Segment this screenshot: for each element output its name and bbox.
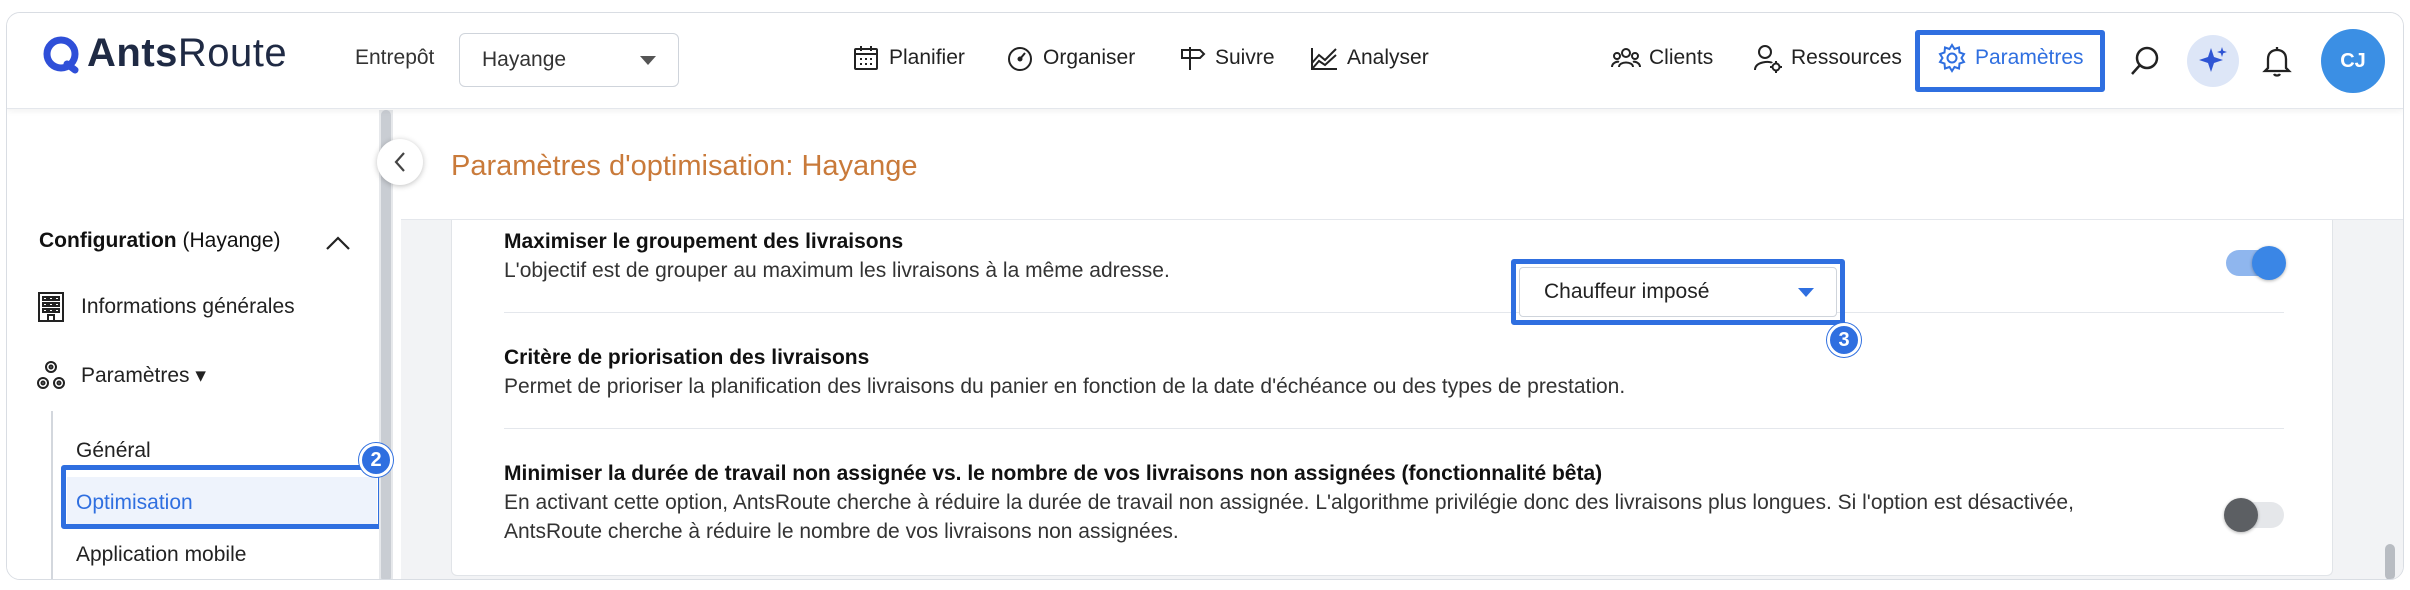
sidebar-item-label: Paramètres ▾ bbox=[81, 363, 206, 387]
calendar-icon bbox=[854, 46, 878, 70]
chevron-up-icon[interactable] bbox=[325, 235, 351, 251]
step-badge-2: 2 bbox=[359, 443, 393, 477]
grouping-toggle[interactable] bbox=[2226, 246, 2286, 280]
nav-ressources[interactable]: Ressources bbox=[1753, 43, 1902, 73]
toggle-knob bbox=[2252, 246, 2286, 280]
users-icon bbox=[1611, 48, 1641, 68]
setting-description: AntsRoute cherche à réduire le nombre de… bbox=[504, 520, 1179, 543]
divider bbox=[504, 428, 2284, 429]
building-icon bbox=[38, 292, 64, 322]
sidebar-item-parametres[interactable]: Paramètres ▾ bbox=[35, 359, 206, 391]
setting-description: L'objectif est de grouper au maximum les… bbox=[504, 259, 1170, 282]
step-badge-3: 3 bbox=[1827, 323, 1861, 357]
warehouse-value: Hayange bbox=[482, 48, 567, 71]
main-scrollbar-thumb[interactable] bbox=[2385, 544, 2395, 579]
setting-description: Permet de prioriser la planification des… bbox=[504, 375, 1626, 398]
nav-analyser[interactable]: Analyser bbox=[1309, 43, 1429, 73]
sparkles-icon bbox=[2199, 47, 2227, 72]
setting-title: Critère de priorisation des livraisons bbox=[504, 346, 870, 369]
highlight-box-parametres bbox=[1915, 30, 2105, 92]
sidebar-item-label: Informations générales bbox=[81, 295, 295, 318]
nav-label: Suivre bbox=[1215, 46, 1275, 69]
nav-organiser[interactable]: Organiser bbox=[1005, 43, 1135, 73]
minimize-unassigned-toggle[interactable] bbox=[2224, 498, 2284, 532]
chevron-down-icon bbox=[640, 56, 656, 65]
ai-assistant-button[interactable] bbox=[2187, 35, 2239, 87]
highlight-box-optimisation bbox=[61, 465, 383, 529]
setting-title: Maximiser le groupement des livraisons bbox=[504, 230, 904, 253]
sidebar-subitem-application-mobile[interactable]: Application mobile bbox=[76, 543, 246, 567]
bell-icon bbox=[2262, 47, 2292, 77]
top-bar: AntsRoute Entrepôt Hayange Planifier Org… bbox=[7, 13, 2403, 109]
divider bbox=[504, 312, 2284, 313]
nav-label: Clients bbox=[1649, 46, 1714, 69]
nav-label: Planifier bbox=[889, 46, 965, 69]
warehouse-label: Entrepôt bbox=[355, 46, 435, 69]
gauge-icon bbox=[1008, 47, 1032, 71]
nav-label: Analyser bbox=[1347, 46, 1429, 69]
collapse-sidebar-button[interactable] bbox=[377, 139, 423, 185]
setting-title: Minimiser la durée de travail non assign… bbox=[504, 462, 1603, 485]
user-gear-icon bbox=[1754, 45, 1782, 73]
search-icon bbox=[2131, 46, 2159, 75]
settings-card: Maximiser le groupement des livraisons L… bbox=[451, 220, 2333, 576]
logo-mark-icon bbox=[43, 36, 79, 73]
main-content: Paramètres d'optimisation: Hayange Maxim… bbox=[401, 110, 2403, 579]
notifications-button[interactable] bbox=[2255, 39, 2299, 83]
toggle-knob bbox=[2224, 498, 2258, 532]
sidebar-subitem-general[interactable]: Général bbox=[76, 439, 151, 463]
app-window: AntsRoute Entrepôt Hayange Planifier Org… bbox=[6, 12, 2404, 580]
config-title: Configuration (Hayange) bbox=[39, 229, 281, 252]
nav-planifier[interactable]: Planifier bbox=[851, 43, 965, 73]
nav-label: Ressources bbox=[1791, 46, 1902, 69]
nav-label: Organiser bbox=[1043, 46, 1136, 69]
highlight-box-priority bbox=[1511, 259, 1845, 325]
chart-icon bbox=[1311, 48, 1337, 70]
avatar[interactable]: CJ bbox=[2321, 29, 2385, 93]
chevron-left-icon bbox=[394, 152, 405, 172]
antsroute-logo[interactable]: AntsRoute bbox=[41, 31, 287, 76]
sidebar-item-informations[interactable]: Informations générales bbox=[35, 291, 295, 323]
nav-clients[interactable]: Clients bbox=[1611, 43, 1713, 73]
nav-suivre[interactable]: Suivre bbox=[1177, 43, 1275, 73]
page-header: Paramètres d'optimisation: Hayange bbox=[401, 110, 2403, 220]
setting-description: En activant cette option, AntsRoute cher… bbox=[504, 491, 2074, 514]
page-title: Paramètres d'optimisation: Hayange bbox=[451, 150, 918, 182]
warehouse-select[interactable]: Hayange bbox=[459, 33, 679, 87]
settings-nodes-icon bbox=[37, 361, 65, 389]
submenu-line bbox=[51, 411, 53, 579]
logo-text: AntsRoute bbox=[87, 31, 288, 75]
signpost-icon bbox=[1181, 47, 1206, 70]
search-button[interactable] bbox=[2123, 39, 2167, 83]
